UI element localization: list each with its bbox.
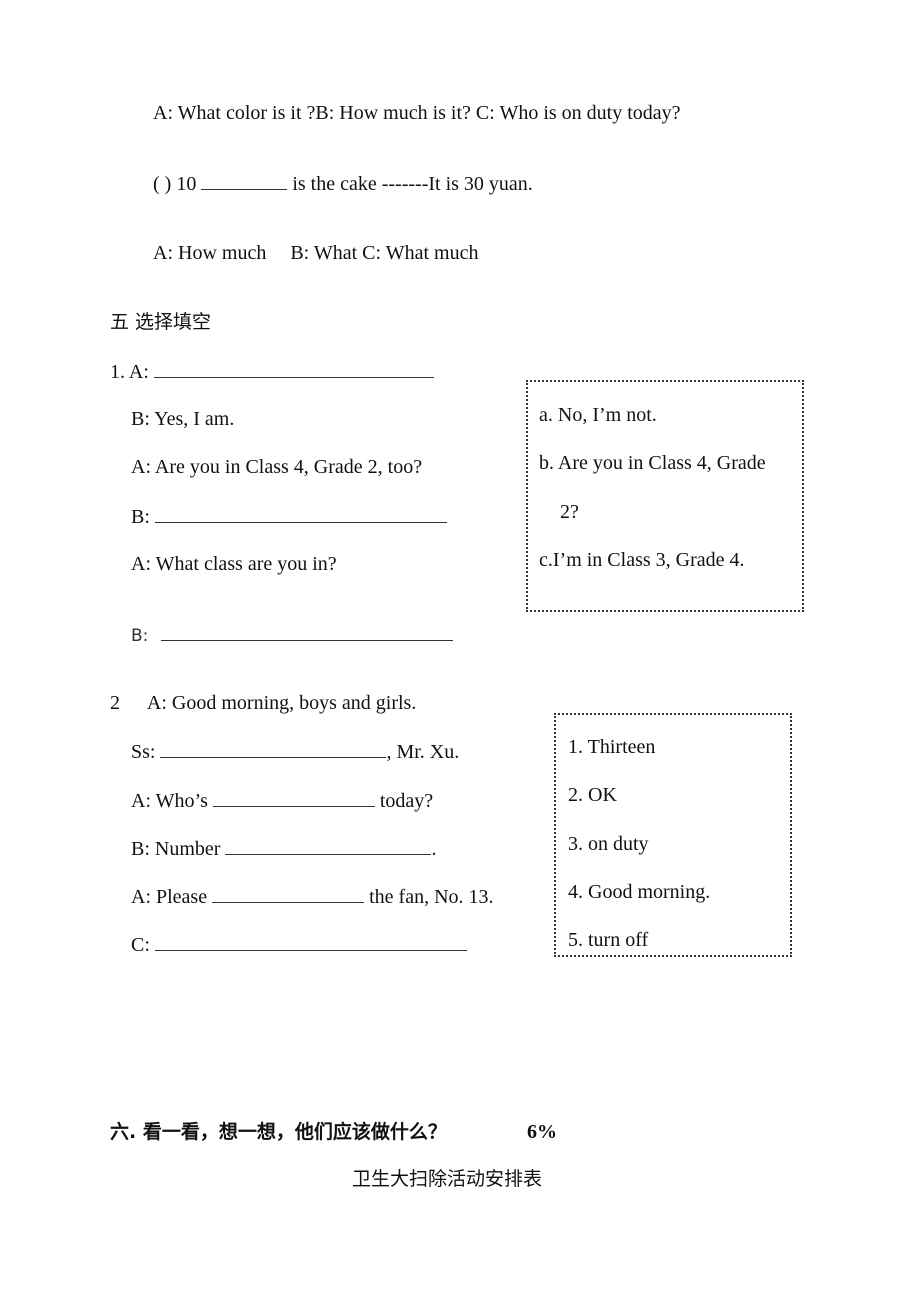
dialog1-line-2: B: Yes, I am. xyxy=(131,407,234,431)
q10-option-bc: B: What C: What much xyxy=(290,242,479,264)
dialog1-line-6: B: xyxy=(131,622,454,648)
dialog-text: . xyxy=(431,838,437,860)
dialog-text: A: Good morning, boys and girls. xyxy=(146,692,417,714)
choice-3: 3. on duty xyxy=(568,833,649,855)
dialog2-number: 2 xyxy=(110,692,120,714)
q10-question: ( ) 10 is the cake -------It is 30 yuan. xyxy=(153,171,533,196)
dialog-text: Are you in Class 4, Grade 2, too? xyxy=(154,456,423,478)
q10-prefix: ( ) 10 xyxy=(153,173,197,195)
q9-options: A: What color is it ?B: How much is it? … xyxy=(153,102,681,124)
dialog2-line-1: 2 A: Good morning, boys and girls. xyxy=(110,691,416,715)
dialog-text: A: Please xyxy=(131,886,208,908)
choice-b-continued: 2? xyxy=(560,501,579,523)
answer-blank[interactable] xyxy=(161,622,454,641)
answer-blank[interactable] xyxy=(212,788,375,807)
speaker: B: xyxy=(131,408,150,430)
speaker: 1. A: xyxy=(110,361,149,383)
dialog-text: the fan, No. 13. xyxy=(369,886,494,908)
speaker: Ss: xyxy=(131,741,156,763)
answer-blank[interactable] xyxy=(153,359,434,378)
dialog1-line-5: A: What class are you in? xyxy=(131,552,337,576)
dialog2-line-5: A: Please the fan, No. 13. xyxy=(131,884,494,909)
choice-4: 4. Good morning. xyxy=(568,881,711,903)
dialog-text: B: Number xyxy=(131,838,221,860)
dialog-text: What class are you in? xyxy=(155,553,337,575)
speaker: B: xyxy=(131,626,149,646)
speaker: B: xyxy=(131,506,150,528)
section6-title: 六. 看一看，想一想，他们应该做什么？ xyxy=(110,1121,447,1143)
choice-1: 1. Thirteen xyxy=(568,736,656,758)
speaker: A: xyxy=(131,553,151,575)
section6-score: 6% xyxy=(527,1121,557,1143)
dialog2-line-6: C: xyxy=(131,932,467,957)
choice-5: 5. turn off xyxy=(568,929,649,951)
choice-a: a. No, I’m not. xyxy=(539,404,657,426)
dialog2-line-3: A: Who’s today? xyxy=(131,788,433,813)
section5-title: 五 选择填空 xyxy=(110,311,212,333)
dialog2-line-4: B: Number . xyxy=(131,836,436,861)
dialog1-line-3: A: Are you in Class 4, Grade 2, too? xyxy=(131,455,422,479)
answer-blank[interactable] xyxy=(212,884,365,903)
dialog-text: , Mr. Xu. xyxy=(386,741,460,763)
answer-blank[interactable] xyxy=(154,504,447,523)
q10-option-a: A: How much xyxy=(153,242,267,264)
dialog-text: A: Who’s xyxy=(131,790,208,812)
answer-blank[interactable] xyxy=(160,739,387,758)
dialog2-line-2: Ss: , Mr. Xu. xyxy=(131,739,459,764)
speaker: A: xyxy=(131,456,151,478)
answer-blank[interactable] xyxy=(154,932,467,951)
answer-blank[interactable] xyxy=(225,836,432,855)
dialog1-choices-box: a. No, I’m not. b. Are you in Class 4, G… xyxy=(526,380,804,612)
q10-options: A: How much B: What C: What much xyxy=(153,241,478,265)
dialog1-line-1: 1. A: xyxy=(110,359,434,384)
dialog2-choices-box: 1. Thirteen 2. OK 3. on duty 4. Good mor… xyxy=(554,713,792,957)
q10-blank[interactable] xyxy=(201,171,288,190)
q10-suffix: is the cake -------It is 30 yuan. xyxy=(292,173,533,195)
dialog1-line-4: B: xyxy=(131,504,447,529)
choice-b: b. Are you in Class 4, Grade xyxy=(539,452,766,474)
choice-2: 2. OK xyxy=(568,784,617,806)
dialog-text: today? xyxy=(379,790,434,812)
speaker: C: xyxy=(131,934,150,956)
choice-c: c.I’m in Class 3, Grade 4. xyxy=(539,549,745,571)
dialog-text: Yes, I am. xyxy=(154,408,235,430)
section6-subtitle: 卫生大扫除活动安排表 xyxy=(352,1168,543,1190)
